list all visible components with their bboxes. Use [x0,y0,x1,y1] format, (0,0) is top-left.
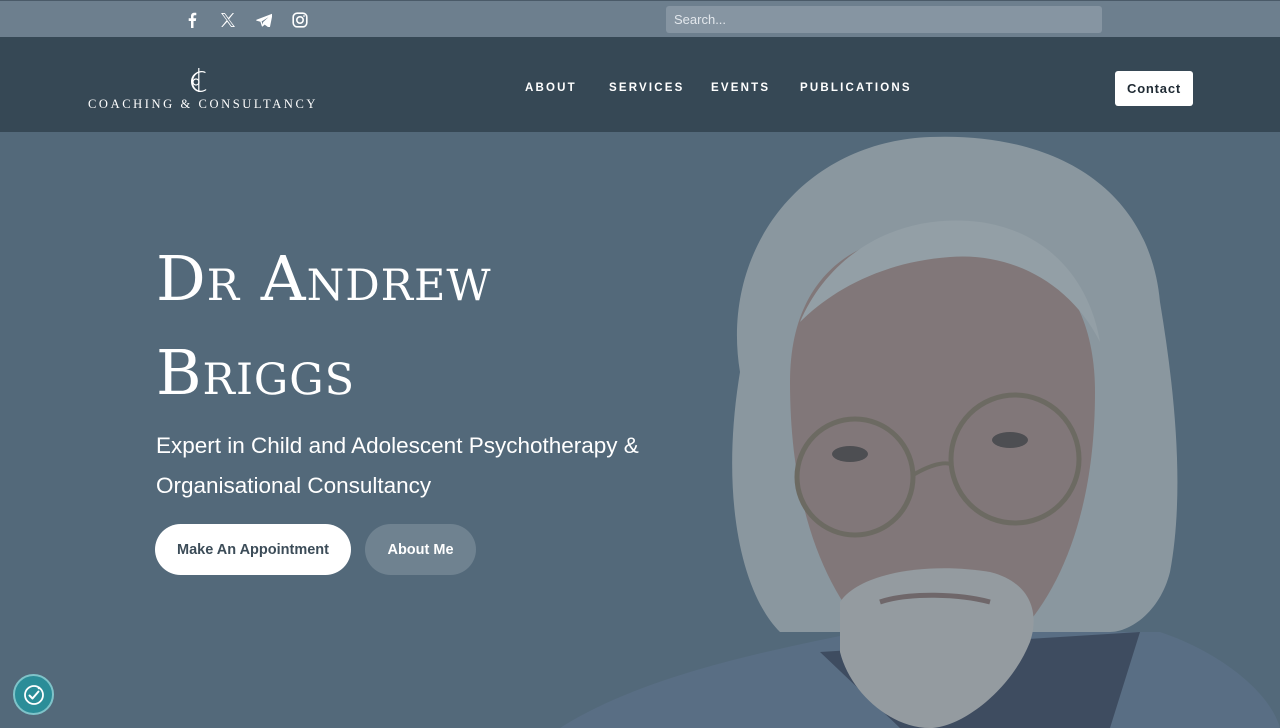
nav-services[interactable]: SERVICES [609,82,685,94]
hero-title-line-1: Dr Andrew [156,242,492,315]
top-bar [0,0,1280,37]
hero-subtitle: Expert in Child and Adolescent Psychothe… [156,426,676,506]
nav-about[interactable]: ABOUT [525,82,577,94]
nav-events[interactable]: EVENTS [711,82,770,94]
logo-text: COACHING & CONSULTANCY [88,97,319,111]
hero-title: Dr Andrew Briggs [156,232,676,420]
hero-title-line-2: Briggs [156,336,356,409]
instagram-icon[interactable] [290,10,310,30]
site-header: COACHING & CONSULTANCY ABOUT SERVICES EV… [0,37,1280,132]
hero-subtitle-line-2: Organisational Consultancy [156,473,432,498]
about-me-button[interactable]: About Me [365,524,476,575]
facebook-icon[interactable] [182,10,202,30]
hero-section: Dr Andrew Briggs Expert in Child and Ado… [0,132,1280,728]
search-input[interactable] [666,6,1102,33]
nav-publications[interactable]: PUBLICATIONS [800,82,912,94]
hero-subtitle-line-1: Expert in Child and Adolescent Psychothe… [156,433,639,458]
contact-button[interactable]: Contact [1115,71,1193,106]
logo-monogram-icon [191,68,207,92]
telegram-icon[interactable] [254,10,274,30]
x-twitter-icon[interactable] [218,10,238,30]
cookie-preferences-button[interactable] [13,674,54,715]
make-appointment-button[interactable]: Make An Appointment [155,524,351,575]
cookie-check-icon [23,684,44,705]
